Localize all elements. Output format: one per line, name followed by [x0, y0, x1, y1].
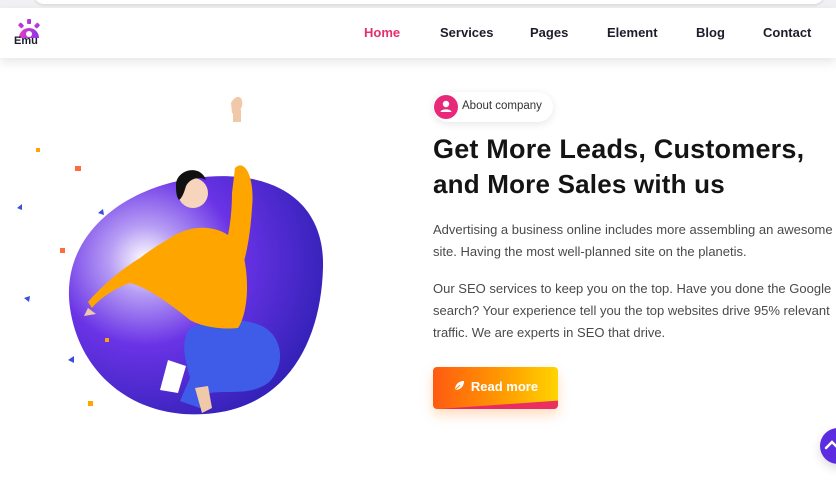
hero-illustration [17, 96, 324, 415]
about-badge[interactable]: About company [433, 92, 553, 122]
nav-home[interactable]: Home [364, 25, 400, 40]
leaf-icon [453, 381, 464, 392]
read-more-label: Read more [470, 379, 539, 394]
badge-label: About company [462, 100, 542, 112]
read-more-button[interactable]: Read more [433, 367, 558, 409]
hero-paragraph-2: Our SEO services to keep you on the top.… [433, 281, 832, 340]
nav-services[interactable]: Services [440, 25, 494, 40]
address-bar[interactable] [34, 0, 824, 4]
nav-element[interactable]: Element [607, 25, 658, 40]
chevron-up-icon [824, 440, 836, 450]
nav-contact[interactable]: Contact [763, 25, 811, 40]
scroll-to-top-button[interactable] [820, 428, 836, 464]
site-header: Emu Home Services Pages Element Blog Con… [0, 8, 836, 58]
read-more-inner: Read more [433, 379, 558, 394]
user-icon [434, 95, 458, 119]
hero-paragraph-1: Advertising a business online includes m… [433, 222, 833, 259]
browser-top-strip [0, 0, 836, 8]
hero-headline-regular: and More Sales with us [433, 169, 725, 199]
hero-headline-bold: Get More Leads, Customers, [433, 134, 805, 164]
nav-blog[interactable]: Blog [696, 25, 725, 40]
main-nav: Home Services Pages Element Blog Contact [0, 8, 836, 58]
nav-pages[interactable]: Pages [530, 25, 568, 40]
